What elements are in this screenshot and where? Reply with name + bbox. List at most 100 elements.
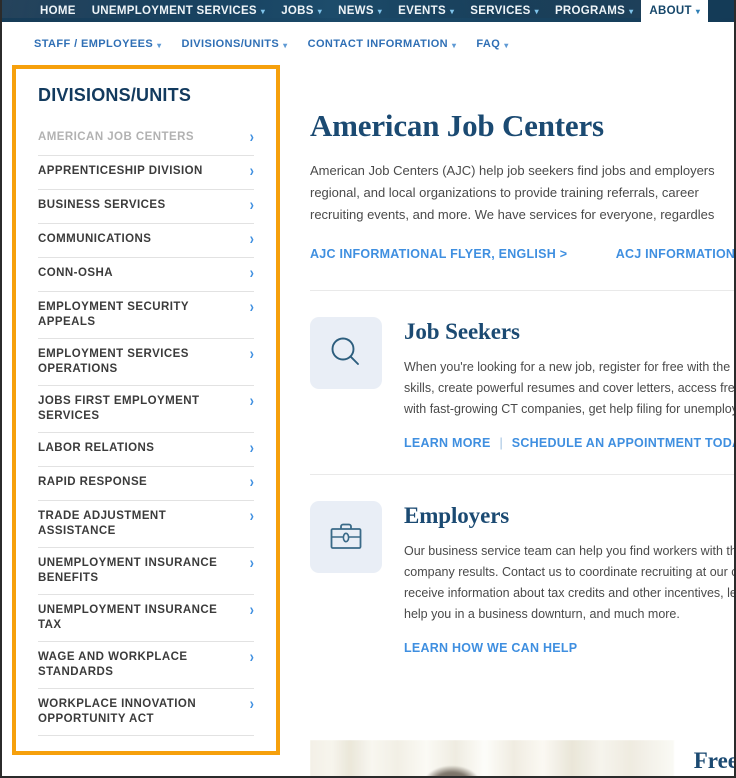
chevron-right-icon: ›	[249, 472, 254, 491]
nav-item-programs[interactable]: PROGRAMS ▾	[547, 0, 641, 22]
panel-links: LEARN MORE | SCHEDULE AN APPOINTMENT TOD…	[404, 436, 734, 450]
nav-item-services[interactable]: SERVICES ▾	[462, 0, 547, 22]
hero-strip: Free	[310, 740, 736, 776]
briefcase-icon-tile	[310, 501, 382, 573]
subnav-item-staff-employees[interactable]: STAFF / EMPLOYEES ▾	[34, 38, 161, 50]
nav-item-label: HOME	[40, 5, 76, 17]
sidebar-item-jobs-first-employment-services[interactable]: JOBS FIRST EMPLOYMENT SERVICES ›	[38, 386, 254, 433]
subnav-item-label: CONTACT INFORMATION	[307, 38, 448, 50]
sidebar-item-workplace-innovation-opportunity-act[interactable]: WORKPLACE INNOVATION OPPORTUNITY ACT ›	[38, 689, 254, 736]
nav-item-home[interactable]: HOME	[32, 0, 84, 22]
nav-end-block	[708, 0, 734, 22]
subnav-item-contact-information[interactable]: CONTACT INFORMATION ▾	[308, 38, 457, 50]
sidebar-item-american-job-centers[interactable]: AMERICAN JOB CENTERS ›	[38, 122, 254, 156]
panel-title-job-seekers: Job Seekers	[404, 319, 520, 344]
sidebar-item-employment-services-operations[interactable]: EMPLOYMENT SERVICES OPERATIONS ›	[38, 339, 254, 386]
flyer-link-english[interactable]: AJC INFORMATIONAL FLYER, ENGLISH >	[310, 247, 567, 261]
panel-text: When you're looking for a new job, regis…	[404, 357, 736, 420]
chevron-right-icon: ›	[249, 161, 254, 180]
divider	[310, 290, 734, 291]
sidebar-item-label: UNEMPLOYMENT INSURANCE BENEFITS	[38, 557, 218, 584]
sidebar-item-conn-osha[interactable]: CONN-OSHA ›	[38, 258, 254, 292]
nav-item-news[interactable]: NEWS ▾	[330, 0, 390, 22]
sidebar-item-labor-relations[interactable]: LABOR RELATIONS ›	[38, 433, 254, 467]
page-root: HOME UNEMPLOYMENT SERVICES ▾ JOBS ▾ NEWS…	[0, 0, 736, 778]
sidebar-item-label: EMPLOYMENT SECURITY APPEALS	[38, 301, 189, 328]
panel-text: Our business service team can help you f…	[404, 541, 736, 625]
sidebar-item-label: BUSINESS SERVICES	[38, 199, 166, 211]
chevron-down-icon: ▾	[695, 7, 701, 16]
search-icon-tile	[310, 317, 382, 389]
divider	[310, 474, 734, 475]
nav-item-events[interactable]: EVENTS ▾	[390, 0, 462, 22]
chevron-down-icon: ▾	[534, 7, 539, 16]
sidebar-item-label: LABOR RELATIONS	[38, 442, 155, 454]
sidebar-item-wage-and-workplace-standards[interactable]: WAGE AND WORKPLACE STANDARDS ›	[38, 642, 254, 689]
hero-photograph	[310, 740, 674, 776]
sidebar-item-label: TRADE ADJUSTMENT ASSISTANCE	[38, 510, 167, 537]
intro-paragraph: American Job Centers (AJC) help job seek…	[310, 160, 734, 226]
search-icon	[331, 337, 359, 365]
subnav-item-label: FAQ	[476, 38, 501, 50]
intro-line: regional, and local organizations to pro…	[310, 185, 699, 200]
panel-text-line: company results. Contact us to coordinat…	[404, 565, 736, 579]
chevron-right-icon: ›	[249, 391, 254, 410]
chevron-right-icon: ›	[249, 263, 254, 282]
sidebar-item-unemployment-insurance-tax[interactable]: UNEMPLOYMENT INSURANCE TAX ›	[38, 595, 254, 642]
chevron-right-icon: ›	[249, 506, 254, 525]
nav-item-jobs[interactable]: JOBS ▾	[273, 0, 330, 22]
chevron-down-icon: ▾	[317, 7, 323, 16]
nav-item-label: UNEMPLOYMENT SERVICES	[91, 5, 257, 17]
page-title: American Job Centers	[310, 108, 604, 143]
panel-text-line: receive information about tax credits an…	[404, 586, 736, 600]
chevron-right-icon: ›	[249, 553, 254, 572]
learn-more-link[interactable]: LEARN MORE	[404, 436, 491, 450]
sidebar-item-label: UNEMPLOYMENT INSURANCE TAX	[38, 604, 218, 631]
sidebar-item-label: AMERICAN JOB CENTERS	[38, 131, 194, 143]
chevron-down-icon: ▾	[449, 7, 455, 16]
panel-body: Employers Our business service team can …	[404, 501, 736, 655]
flyer-links: AJC INFORMATIONAL FLYER, ENGLISH > ACJ I…	[310, 245, 734, 263]
chevron-down-icon: ▾	[377, 7, 383, 16]
schedule-appointment-link[interactable]: SCHEDULE AN APPOINTMENT TODAY	[512, 436, 734, 450]
panel-text-line: help you in a business downturn, and muc…	[404, 607, 680, 621]
divisions-units-sidebar: DIVISIONS/UNITS AMERICAN JOB CENTERS › APP…	[12, 65, 280, 755]
sidebar-item-business-services[interactable]: BUSINESS SERVICES ›	[38, 190, 254, 224]
nav-item-label: JOBS	[281, 5, 314, 17]
chevron-right-icon: ›	[249, 195, 254, 214]
panel-title-employers: Employers	[404, 503, 510, 528]
subnav-item-faq[interactable]: FAQ ▾	[476, 38, 508, 50]
panel-employers: Employers Our business service team can …	[310, 501, 736, 655]
chevron-down-icon: ▾	[260, 7, 266, 16]
sidebar-item-trade-adjustment-assistance[interactable]: TRADE ADJUSTMENT ASSISTANCE ›	[38, 501, 254, 548]
flyer-link-spanish[interactable]: ACJ INFORMATIONAL FLYE	[616, 247, 734, 261]
briefcase-icon	[330, 523, 362, 549]
sidebar-title: DIVISIONS/UNITS	[38, 85, 192, 105]
chevron-down-icon: ▾	[629, 7, 634, 16]
chevron-right-icon: ›	[249, 438, 254, 457]
sidebar-item-label: WORKPLACE INNOVATION OPPORTUNITY ACT	[38, 698, 197, 725]
hero-heading: Free	[693, 748, 736, 773]
learn-how-we-can-help-link[interactable]: LEARN HOW WE CAN HELP	[404, 641, 577, 655]
link-separator: |	[499, 436, 503, 450]
sidebar-item-communications[interactable]: COMMUNICATIONS ›	[38, 224, 254, 258]
chevron-down-icon: ▾	[157, 40, 162, 50]
subnav-item-label: STAFF / EMPLOYEES	[34, 38, 154, 50]
nav-item-label: ABOUT	[649, 5, 692, 17]
chevron-right-icon: ›	[249, 647, 254, 666]
sidebar-item-employment-security-appeals[interactable]: EMPLOYMENT SECURITY APPEALS ›	[38, 292, 254, 339]
sidebar-item-unemployment-insurance-benefits[interactable]: UNEMPLOYMENT INSURANCE BENEFITS ›	[38, 548, 254, 595]
subnav-item-label: DIVISIONS/UNITS	[181, 38, 280, 50]
panel-job-seekers: Job Seekers When you're looking for a ne…	[310, 317, 736, 450]
sidebar-item-apprenticeship-division[interactable]: APPRENTICESHIP DIVISION ›	[38, 156, 254, 190]
sidebar-item-rapid-response[interactable]: RAPID RESPONSE ›	[38, 467, 254, 501]
sidebar-item-label: CONN-OSHA	[38, 267, 113, 279]
nav-item-about[interactable]: ABOUT ▾	[641, 0, 709, 22]
chevron-right-icon: ›	[249, 344, 254, 363]
nav-item-label: EVENTS	[398, 5, 446, 17]
nav-item-unemployment-services[interactable]: UNEMPLOYMENT SERVICES ▾	[84, 0, 274, 22]
subnav-item-divisions-units[interactable]: DIVISIONS/UNITS ▾	[181, 38, 287, 50]
panel-text-line: When you're looking for a new job, regis…	[404, 360, 736, 374]
sidebar-item-label: JOBS FIRST EMPLOYMENT SERVICES	[38, 395, 200, 422]
sidebar-item-label: APPRENTICESHIP DIVISION	[38, 165, 203, 177]
